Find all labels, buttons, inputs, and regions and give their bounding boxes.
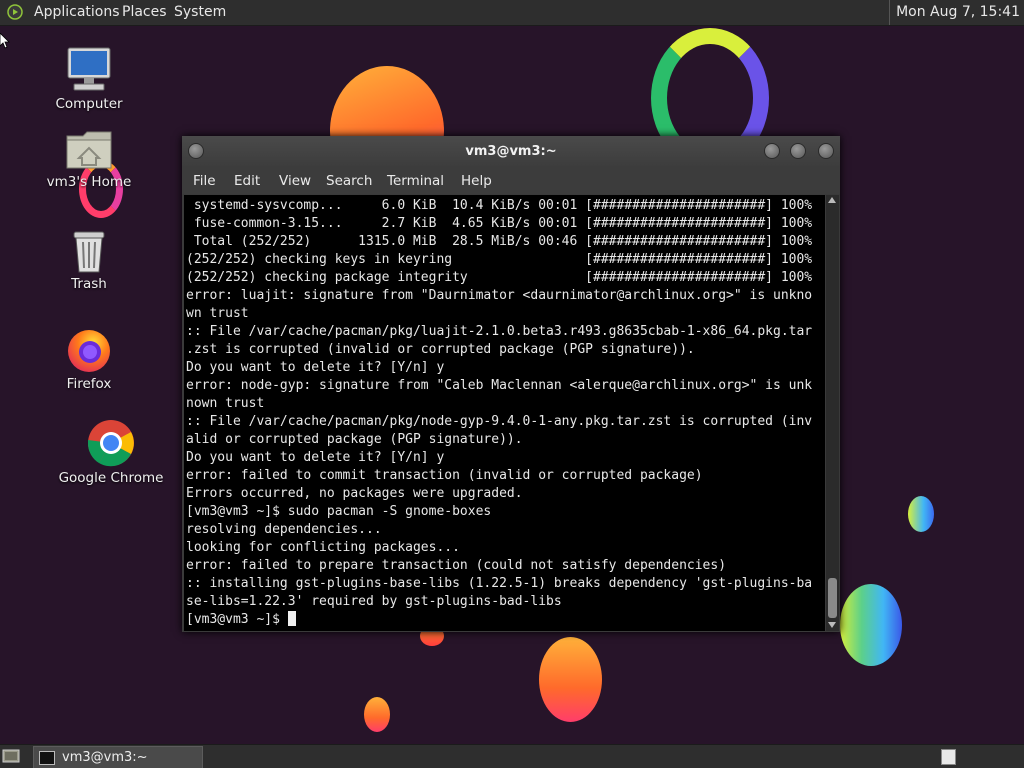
applications-logo-icon[interactable] — [7, 4, 23, 20]
terminal-line: Errors occurred, no packages were upgrad… — [186, 486, 523, 501]
terminal-line: .zst is corrupted (invalid or corrupted … — [186, 342, 695, 357]
wallpaper-orange-blob-bottom — [539, 637, 602, 722]
terminal-line: error: node-gyp: signature from "Caleb M… — [186, 378, 813, 393]
terminal-line: se-libs=1.22.3' required by gst-plugins-… — [186, 594, 562, 609]
terminal-line: nown trust — [186, 396, 265, 411]
terminal-line: fuse-common-3.15... 2.7 KiB 4.65 KiB/s 0… — [186, 216, 813, 231]
workspace-switcher[interactable] — [941, 749, 956, 765]
wallpaper-blue-blob-small — [908, 496, 934, 532]
terminal-line: :: installing gst-plugins-base-libs (1.2… — [186, 576, 813, 591]
terminal-line: error: failed to commit transaction (inv… — [186, 468, 703, 483]
wallpaper-blue-blob — [840, 584, 902, 666]
terminal-line: resolving dependencies... — [186, 522, 382, 537]
menu-terminal[interactable]: Terminal — [387, 168, 444, 194]
text-cursor — [287, 611, 296, 626]
desktop-icon-label: Firefox — [66, 376, 112, 392]
desktop-icon-trash[interactable]: Trash — [34, 228, 144, 292]
window-titlebar[interactable]: vm3@vm3:~ — [182, 136, 840, 168]
desktop-icon-label: Trash — [71, 276, 107, 292]
terminal-menubar: File Edit View Search Terminal Help — [182, 168, 840, 194]
menu-view[interactable]: View — [279, 168, 311, 194]
terminal-prompt: [vm3@vm3 ~]$ — [186, 612, 288, 627]
trash-icon — [73, 231, 105, 273]
scroll-down-arrow-icon[interactable] — [828, 622, 836, 628]
wallpaper-orange-blob-tiny — [364, 697, 390, 732]
terminal-line: :: File /var/cache/pacman/pkg/node-gyp-9… — [186, 414, 813, 429]
terminal-line: (252/252) checking keys in keyring [####… — [186, 252, 813, 267]
window-menu-icon[interactable] — [188, 143, 204, 159]
scroll-up-arrow-icon[interactable] — [828, 197, 836, 203]
terminal-line: :: File /var/cache/pacman/pkg/luajit-2.1… — [186, 324, 813, 339]
terminal-line: error: luajit: signature from "Daurnimat… — [186, 288, 813, 303]
home-folder-icon — [66, 131, 112, 169]
desktop-icon-label: vm3's Home — [46, 174, 132, 190]
computer-icon — [67, 47, 111, 91]
bottom-panel: vm3@vm3:~ — [0, 744, 1024, 768]
terminal-line: systemd-sysvcomp... 6.0 KiB 10.4 KiB/s 0… — [186, 198, 813, 213]
applications-menu[interactable]: Applications — [34, 0, 120, 25]
show-desktop-icon[interactable] — [2, 748, 20, 765]
terminal-line: error: failed to prepare transaction (co… — [186, 558, 727, 573]
close-icon[interactable] — [818, 143, 834, 159]
desktop-icon-computer[interactable]: Computer — [34, 46, 144, 112]
clock[interactable]: Mon Aug 7, 15:41 — [889, 0, 1020, 25]
terminal-line: alid or corrupted package (PGP signature… — [186, 432, 523, 447]
window-title: vm3@vm3:~ — [465, 144, 557, 159]
places-menu[interactable]: Places — [122, 0, 167, 25]
terminal-line: Do you want to delete it? [Y/n] y — [186, 450, 445, 465]
terminal-line: Do you want to delete it? [Y/n] y — [186, 360, 445, 375]
maximize-icon[interactable] — [790, 143, 806, 159]
menu-help[interactable]: Help — [461, 168, 492, 194]
desktop-icon-chrome[interactable]: Google Chrome — [56, 418, 166, 486]
mouse-pointer-icon — [0, 33, 10, 49]
terminal-line: looking for conflicting packages... — [186, 540, 460, 555]
desktop-icon-label: Computer — [55, 96, 123, 112]
menu-edit[interactable]: Edit — [234, 168, 260, 194]
minimize-icon[interactable] — [764, 143, 780, 159]
terminal-scrollbar[interactable] — [826, 195, 839, 631]
terminal-line: (252/252) checking package integrity [##… — [186, 270, 813, 285]
system-menu[interactable]: System — [174, 0, 226, 25]
firefox-icon — [68, 330, 110, 372]
taskbar-item-label: vm3@vm3:~ — [62, 750, 148, 765]
terminal-line: [vm3@vm3 ~]$ sudo pacman -S gnome-boxes — [186, 504, 492, 519]
scrollbar-thumb[interactable] — [828, 578, 837, 618]
chrome-icon — [87, 420, 134, 467]
desktop: Applications Places System Mon Aug 7, 15… — [0, 0, 1024, 768]
menu-search[interactable]: Search — [326, 168, 372, 194]
top-panel: Applications Places System Mon Aug 7, 15… — [0, 0, 1024, 26]
desktop-icon-home[interactable]: vm3's Home — [34, 128, 144, 218]
terminal-line: wn trust — [186, 306, 249, 321]
terminal-line: Total (252/252) 1315.0 MiB 28.5 MiB/s 00… — [186, 234, 813, 249]
desktop-icon-label: Google Chrome — [58, 470, 164, 486]
terminal-window[interactable]: vm3@vm3:~ File Edit View Search Terminal… — [182, 136, 840, 632]
menu-file[interactable]: File — [193, 168, 216, 194]
terminal-icon — [39, 751, 55, 765]
terminal-text: systemd-sysvcomp... 6.0 KiB 10.4 KiB/s 0… — [184, 195, 825, 629]
terminal-output[interactable]: systemd-sysvcomp... 6.0 KiB 10.4 KiB/s 0… — [184, 195, 825, 631]
taskbar-item-terminal[interactable]: vm3@vm3:~ — [33, 746, 203, 768]
desktop-icon-firefox[interactable]: Firefox — [34, 326, 144, 392]
